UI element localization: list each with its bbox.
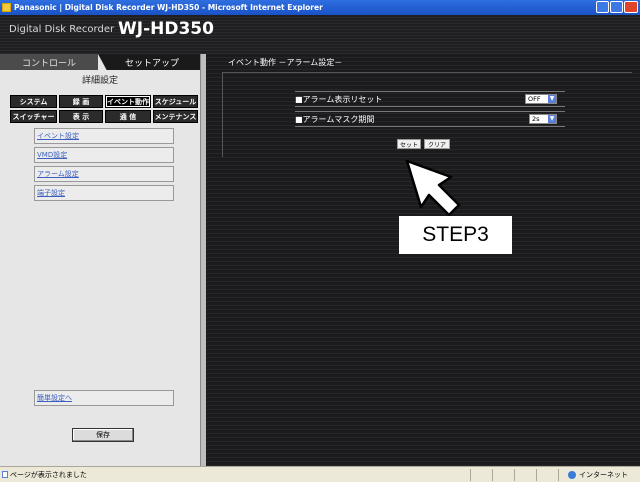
save-button[interactable]: 保存	[72, 428, 134, 442]
app-name: Digital Disk Recorder	[9, 24, 115, 35]
status-separator	[492, 469, 493, 481]
menu-event-settings[interactable]: イベント設定	[34, 128, 174, 144]
minimize-icon[interactable]	[596, 1, 609, 13]
category-event[interactable]: イベント動作	[105, 95, 151, 108]
tab-bar: コントロール セットアップ	[0, 54, 206, 70]
setting-row-alarm-mask: ■アラームマスク期間 2s ▼	[295, 111, 565, 127]
status-bar: ページが表示されました インターネット	[0, 466, 640, 482]
menu-vmd-settings[interactable]: VMD設定	[34, 147, 174, 163]
security-zone: インターネット	[568, 470, 628, 480]
ie-icon	[2, 3, 11, 12]
step-label: STEP3	[399, 216, 512, 254]
dropdown-arrow-icon: ▼	[548, 115, 556, 123]
clear-button[interactable]: クリア	[424, 139, 450, 149]
category-recording[interactable]: 録 画	[59, 95, 103, 108]
zone-label: インターネット	[579, 470, 628, 479]
category-communication[interactable]: 通 信	[105, 110, 151, 123]
status-text: ページが表示されました	[10, 470, 87, 479]
category-display[interactable]: 表 示	[59, 110, 103, 123]
window-titlebar: Panasonic | Digital Disk Recorder WJ-HD3…	[0, 0, 640, 15]
setting-label: ■アラーム表示リセット	[295, 94, 383, 104]
status-separator	[536, 469, 537, 481]
category-switcher[interactable]: スイッチャー	[10, 110, 57, 123]
close-icon[interactable]	[624, 1, 638, 13]
status-separator	[470, 469, 471, 481]
tab-setup[interactable]: セットアップ	[98, 54, 206, 70]
set-button[interactable]: セット	[397, 139, 421, 149]
maximize-icon[interactable]	[610, 1, 623, 13]
category-system[interactable]: システム	[10, 95, 57, 108]
app-header: Digital Disk Recorder WJ-HD350	[0, 15, 640, 54]
category-maintenance[interactable]: メンテナンス	[153, 110, 198, 123]
cursor-arrow-icon	[405, 159, 461, 217]
page-title: イベント動作 －アラーム設定－	[228, 58, 343, 67]
dropdown-arrow-icon: ▼	[548, 95, 556, 103]
menu-terminal-settings[interactable]: 端子設定	[34, 185, 174, 201]
status-separator	[558, 469, 559, 481]
alarm-reset-select[interactable]: OFF ▼	[525, 94, 557, 104]
alarm-mask-select[interactable]: 2s ▼	[529, 114, 557, 124]
app-model: WJ-HD350	[118, 19, 214, 39]
sidebar-subtitle: 詳細設定	[81, 76, 118, 86]
page-icon	[2, 471, 8, 478]
status-separator	[514, 469, 515, 481]
easy-setup-link[interactable]: 簡単設定へ	[34, 390, 174, 406]
tab-control[interactable]: コントロール	[0, 54, 98, 70]
window-title: Panasonic | Digital Disk Recorder WJ-HD3…	[14, 3, 323, 12]
category-schedule[interactable]: スケジュール	[153, 95, 198, 108]
menu-alarm-settings[interactable]: アラーム設定	[34, 166, 174, 182]
setting-row-alarm-reset: ■アラーム表示リセット OFF ▼	[295, 91, 565, 107]
globe-icon	[568, 470, 576, 479]
setting-label: ■アラームマスク期間	[295, 114, 375, 124]
